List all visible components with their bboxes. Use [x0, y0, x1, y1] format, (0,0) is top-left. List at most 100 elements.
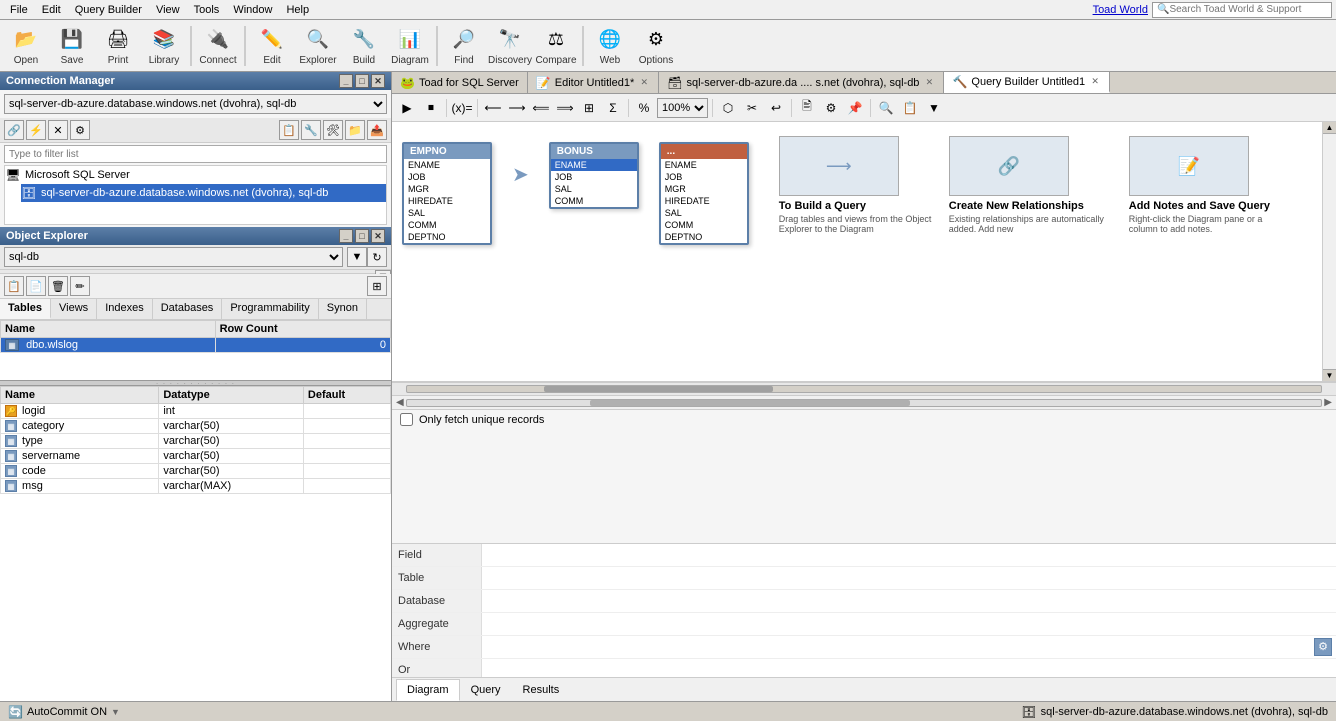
qb-btn-13[interactable]: 🖹 — [796, 97, 818, 119]
tab-sql-server[interactable]: 🗃 sql-server-db-azure.da .... s.net (dvo… — [659, 72, 944, 93]
tab-views[interactable]: Views — [51, 299, 97, 319]
edit-button[interactable]: ✏️ Edit — [250, 23, 294, 69]
qb-btn-7[interactable]: ⊞ — [578, 97, 600, 119]
options-button[interactable]: ⚙ Options — [634, 23, 678, 69]
qb-btn-3[interactable]: ⟵ — [482, 97, 504, 119]
build-button[interactable]: 🔧 Build — [342, 23, 386, 69]
col-rowcount-header: Row Count — [215, 321, 390, 338]
menu-query-builder[interactable]: Query Builder — [69, 3, 148, 17]
obj-filter-btn[interactable]: ▼ — [347, 247, 367, 267]
menu-view[interactable]: View — [150, 3, 186, 17]
unique-records-checkbox[interactable] — [400, 413, 413, 426]
filter-input[interactable] — [4, 145, 387, 163]
nav-arrow-right[interactable]: ▶ — [1324, 397, 1332, 408]
conn-btn-7[interactable]: 🛠 — [323, 120, 343, 140]
bottom-tab-results[interactable]: Results — [512, 679, 571, 701]
tab-synon[interactable]: Synon — [319, 299, 367, 319]
find-button[interactable]: 🔎 Find — [442, 23, 486, 69]
library-button[interactable]: 📚 Library — [142, 23, 186, 69]
obj-tb-btn-3[interactable]: 🗑 — [48, 276, 68, 296]
conn-btn-2[interactable]: ⚡ — [26, 120, 46, 140]
qb-btn-15[interactable]: 📌 — [844, 97, 866, 119]
prop-value-1 — [482, 567, 1336, 589]
qb-btn-4[interactable]: ⟶ — [506, 97, 528, 119]
status-connection: sql-server-db-azure.database.windows.net… — [1041, 706, 1328, 718]
obj-tb-btn-4[interactable]: ✏ — [70, 276, 90, 296]
zoom-select[interactable]: 100% — [657, 98, 708, 118]
obj-close-button[interactable]: ✕ — [371, 229, 385, 243]
tree-db-item[interactable]: 🗄 sql-server-db-azure.database.windows.n… — [21, 184, 386, 202]
qb-btn-16[interactable]: 🔍 — [875, 97, 897, 119]
tab-editor[interactable]: 📝 Editor Untitled1* ✕ — [528, 72, 659, 93]
obj-refresh-btn[interactable]: ↻ — [367, 247, 387, 267]
qb-btn-5[interactable]: ⟸ — [530, 97, 552, 119]
tab-toad-sql[interactable]: 🐸 Toad for SQL Server — [392, 72, 528, 93]
obj-tb-btn-2[interactable]: 📄 — [26, 276, 46, 296]
conn-btn-1[interactable]: 🔗 — [4, 120, 24, 140]
stop-btn[interactable]: ⏹ — [420, 97, 442, 119]
obj-restore-button[interactable]: □ — [355, 229, 369, 243]
web-button[interactable]: 🌐 Web — [588, 23, 632, 69]
qb-btn-14[interactable]: ⚙ — [820, 97, 842, 119]
tab-databases[interactable]: Databases — [153, 299, 223, 319]
diagram-button[interactable]: 📊 Diagram — [388, 23, 432, 69]
connect-button[interactable]: 🔌 Connect — [196, 23, 240, 69]
open-button[interactable]: 📂 Open — [4, 23, 48, 69]
print-button[interactable]: 🖨 Print — [96, 23, 140, 69]
conn-btn-5[interactable]: 📋 — [279, 120, 299, 140]
menu-window[interactable]: Window — [227, 3, 278, 17]
save-button[interactable]: 💾 Save — [50, 23, 94, 69]
menu-edit[interactable]: Edit — [36, 3, 67, 17]
table-row[interactable]: ▦ dbo.wlslog 0 — [1, 338, 391, 353]
conn-btn-3[interactable]: ✕ — [48, 120, 68, 140]
explorer-button[interactable]: 🔍 Explorer — [296, 23, 340, 69]
run-btn[interactable]: ▶ — [396, 97, 418, 119]
bottom-tab-query[interactable]: Query — [460, 679, 512, 701]
qb-btn-8[interactable]: Σ — [602, 97, 624, 119]
tab-tables[interactable]: Tables — [0, 299, 51, 319]
diagram-canvas[interactable]: EMPNO ENAME JOB MGR HIREDATE SAL COMM DE… — [392, 122, 1322, 381]
expr-btn[interactable]: (x)= — [451, 97, 473, 119]
toad-world-link[interactable]: Toad World — [1093, 4, 1148, 16]
conn-btn-9[interactable]: 📤 — [367, 120, 387, 140]
query-builder-close-icon[interactable]: ✕ — [1089, 76, 1101, 88]
qb-btn-18[interactable]: ▼ — [923, 97, 945, 119]
qb-btn-12[interactable]: ↩ — [765, 97, 787, 119]
prop-btn-4[interactable]: ⚙ — [1314, 638, 1332, 656]
qb-btn-10[interactable]: ⬡ — [717, 97, 739, 119]
vertical-scrollbar[interactable]: ▲ ▼ — [1322, 122, 1336, 381]
qb-btn-17[interactable]: 📋 — [899, 97, 921, 119]
qb-btn-9[interactable]: % — [633, 97, 655, 119]
nav-arrow-left[interactable]: ◀ — [396, 397, 404, 408]
minimize-button[interactable]: _ — [339, 74, 353, 88]
obj-tb-btn-1[interactable]: 📋 — [4, 276, 24, 296]
editor-close-icon[interactable]: ✕ — [638, 77, 650, 89]
tab-indexes[interactable]: Indexes — [97, 299, 153, 319]
tab-programmability[interactable]: Programmability — [222, 299, 318, 319]
bottom-tab-diagram[interactable]: Diagram — [396, 679, 460, 701]
qb-btn-11[interactable]: ✂ — [741, 97, 763, 119]
discovery-button[interactable]: 🔭 Discovery — [488, 23, 532, 69]
tree-root[interactable]: 🖥 Microsoft SQL Server — [5, 166, 386, 184]
compare-button[interactable]: ⚖ Compare — [534, 23, 578, 69]
menu-tools[interactable]: Tools — [188, 3, 226, 17]
scroll-down-btn[interactable]: ▼ — [1323, 369, 1336, 381]
scroll-up-btn[interactable]: ▲ — [1323, 122, 1336, 134]
horizontal-scrollbar[interactable] — [392, 382, 1336, 396]
restore-button[interactable]: □ — [355, 74, 369, 88]
menu-file[interactable]: File — [4, 3, 34, 17]
tab-query-builder[interactable]: 🔨 Query Builder Untitled1 ✕ — [944, 72, 1110, 93]
dropdown-arrow[interactable]: ▼ — [111, 707, 120, 717]
toad-world-search-input[interactable] — [1169, 4, 1319, 15]
db-select[interactable]: sql-db — [4, 247, 343, 267]
conn-btn-8[interactable]: 📁 — [345, 120, 365, 140]
close-button[interactable]: ✕ — [371, 74, 385, 88]
conn-btn-6[interactable]: 🔧 — [301, 120, 321, 140]
sql-server-close-icon[interactable]: ✕ — [923, 77, 935, 89]
obj-tb-grid-btn[interactable]: ⊞ — [367, 276, 387, 296]
connection-select[interactable]: sql-server-db-azure.database.windows.net… — [4, 94, 387, 114]
qb-btn-6[interactable]: ⟹ — [554, 97, 576, 119]
conn-btn-4[interactable]: ⚙ — [70, 120, 90, 140]
menu-help[interactable]: Help — [280, 3, 315, 17]
obj-minimize-button[interactable]: _ — [339, 229, 353, 243]
